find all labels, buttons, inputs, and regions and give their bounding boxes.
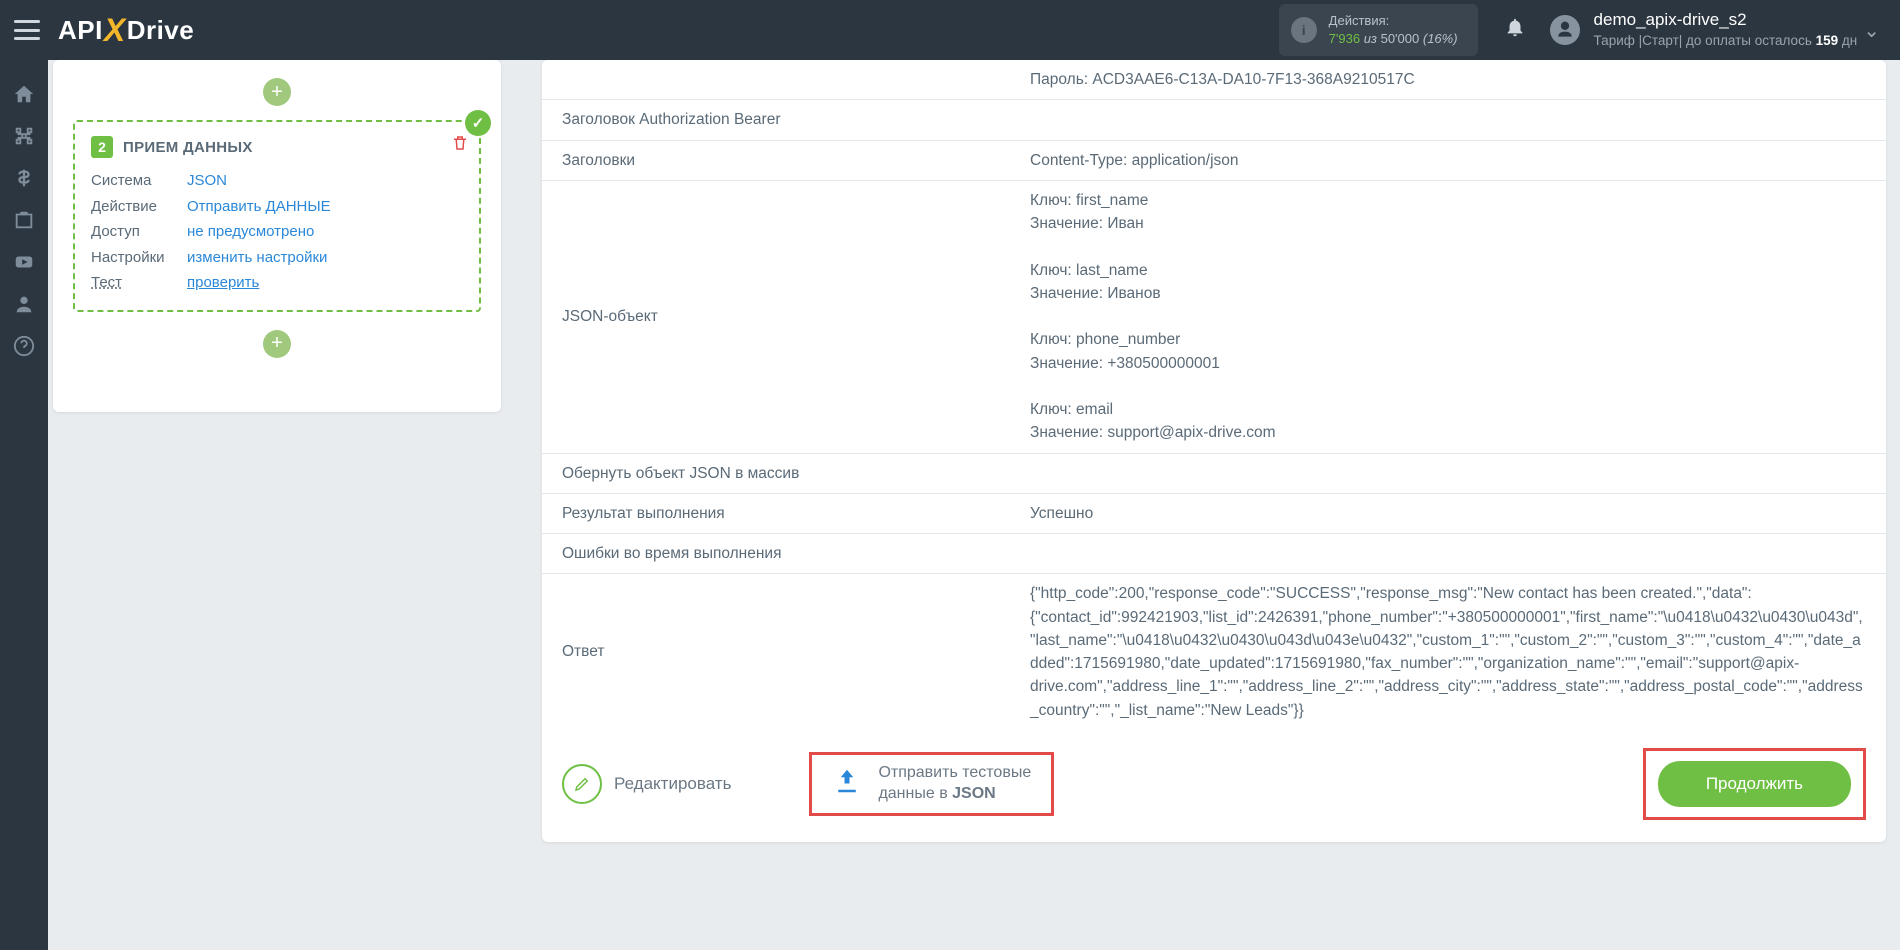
detail-label: JSON-объект (542, 181, 1012, 453)
menu-toggle-button[interactable] (14, 20, 40, 40)
detail-label: Заголовок Authorization Bearer (542, 100, 1012, 139)
detail-value (1012, 100, 1886, 139)
detail-value: Пароль: ACD3AAE6-C13A-DA10-7F13-368A9210… (1012, 60, 1886, 99)
add-step-bottom-button[interactable]: + (263, 330, 291, 358)
user-block[interactable]: demo_apix-drive_s2 Тариф |Старт| до опла… (1594, 9, 1858, 50)
notifications-icon[interactable] (1504, 16, 1526, 44)
step-row-value[interactable]: проверить (187, 270, 259, 296)
detail-label (542, 60, 1012, 99)
action-bar: Редактировать Отправить тестовые данные … (542, 730, 1886, 824)
detail-row: Пароль: ACD3AAE6-C13A-DA10-7F13-368A9210… (542, 60, 1886, 100)
delete-step-button[interactable] (451, 134, 469, 157)
detail-label: Ответ (542, 574, 1012, 730)
detail-row: Результат выполненияУспешно (542, 494, 1886, 534)
actions-label: Действия: (1329, 12, 1458, 30)
continue-button[interactable]: Продолжить (1658, 761, 1851, 807)
step-row: Доступне предусмотрено (91, 219, 463, 245)
pencil-icon (562, 764, 602, 804)
actions-counter[interactable]: i Действия: 7'936 из 50'000 (16%) (1279, 4, 1478, 55)
actions-numbers: 7'936 из 50'000 (16%) (1329, 30, 1458, 48)
nav-home-icon[interactable] (12, 82, 36, 106)
detail-label: Обернуть объект JSON в массив (542, 454, 1012, 493)
nav-video-icon[interactable] (12, 250, 36, 274)
detail-row: Ответ{"http_code":200,"response_code":"S… (542, 574, 1886, 730)
detail-row: Заголовок Authorization Bearer (542, 100, 1886, 140)
step-row-key: Доступ (91, 219, 187, 245)
nav-help-icon[interactable] (12, 334, 36, 358)
detail-value: {"http_code":200,"response_code":"SUCCES… (1012, 574, 1886, 730)
edit-button[interactable]: Редактировать (562, 764, 731, 804)
step-row-value[interactable]: JSON (187, 168, 227, 194)
detail-value: Успешно (1012, 494, 1886, 533)
detail-value (1012, 454, 1886, 493)
add-step-top-button[interactable]: + (263, 78, 291, 106)
detail-value: Content-Type: application/json (1012, 141, 1886, 180)
detail-row: Обернуть объект JSON в массив (542, 454, 1886, 494)
detail-value: Ключ: first_name Значение: Иван Ключ: la… (1012, 181, 1886, 453)
detail-row: JSON-объектКлюч: first_name Значение: Ив… (542, 181, 1886, 454)
page-content: + ✓ 2 ПРИЕМ ДАННЫХ СистемаJSONДействиеОт… (48, 60, 1900, 950)
step-row-value[interactable]: изменить настройки (187, 245, 327, 271)
send-test-label: Отправить тестовые данные в JSON (878, 763, 1031, 805)
user-avatar-icon[interactable] (1550, 15, 1580, 45)
step-row-key: Тест (91, 270, 187, 296)
step-row: ДействиеОтправить ДАННЫЕ (91, 194, 463, 220)
step-number: 2 (91, 136, 113, 158)
step-box-receive[interactable]: ✓ 2 ПРИЕМ ДАННЫХ СистемаJSONДействиеОтпр… (73, 120, 481, 312)
chevron-down-icon[interactable]: ⌄ (1857, 18, 1886, 43)
step-title: ПРИЕМ ДАННЫХ (123, 139, 253, 156)
nav-billing-icon[interactable] (12, 166, 36, 190)
step-row: Настройкиизменить настройки (91, 245, 463, 271)
step-row-key: Настройки (91, 245, 187, 271)
detail-label: Результат выполнения (542, 494, 1012, 533)
step-row: СистемаJSON (91, 168, 463, 194)
nav-briefcase-icon[interactable] (12, 208, 36, 232)
side-rail (0, 60, 48, 950)
step-row-key: Система (91, 168, 187, 194)
detail-row: ЗаголовкиContent-Type: application/json (542, 141, 1886, 181)
steps-panel: + ✓ 2 ПРИЕМ ДАННЫХ СистемаJSONДействиеОт… (53, 60, 501, 412)
top-bar: API X Drive i Действия: 7'936 из 50'000 … (0, 0, 1900, 60)
user-plan: Тариф |Старт| до оплаты осталось 159 дн (1594, 32, 1858, 50)
nav-account-icon[interactable] (12, 292, 36, 316)
step-row-value[interactable]: не предусмотрено (187, 219, 314, 245)
nav-connections-icon[interactable] (12, 124, 36, 148)
step-row-value[interactable]: Отправить ДАННЫЕ (187, 194, 331, 220)
detail-label: Заголовки (542, 141, 1012, 180)
send-test-data-button[interactable]: Отправить тестовые данные в JSON (809, 752, 1054, 816)
step-row: Тестпроверить (91, 270, 463, 296)
info-icon: i (1291, 17, 1317, 43)
logo-drive: Drive (127, 15, 195, 46)
continue-highlight: Продолжить (1643, 748, 1866, 820)
user-name: demo_apix-drive_s2 (1594, 9, 1858, 32)
detail-row: Ошибки во время выполнения (542, 534, 1886, 574)
logo-x-icon: X (104, 12, 126, 49)
logo-api: API (58, 15, 103, 46)
edit-label: Редактировать (614, 774, 731, 794)
details-panel: Пароль: ACD3AAE6-C13A-DA10-7F13-368A9210… (542, 60, 1886, 842)
detail-value (1012, 534, 1886, 573)
app-logo[interactable]: API X Drive (58, 12, 194, 49)
step-row-key: Действие (91, 194, 187, 220)
detail-label: Ошибки во время выполнения (542, 534, 1012, 573)
check-icon: ✓ (465, 110, 491, 136)
upload-icon (832, 766, 862, 801)
